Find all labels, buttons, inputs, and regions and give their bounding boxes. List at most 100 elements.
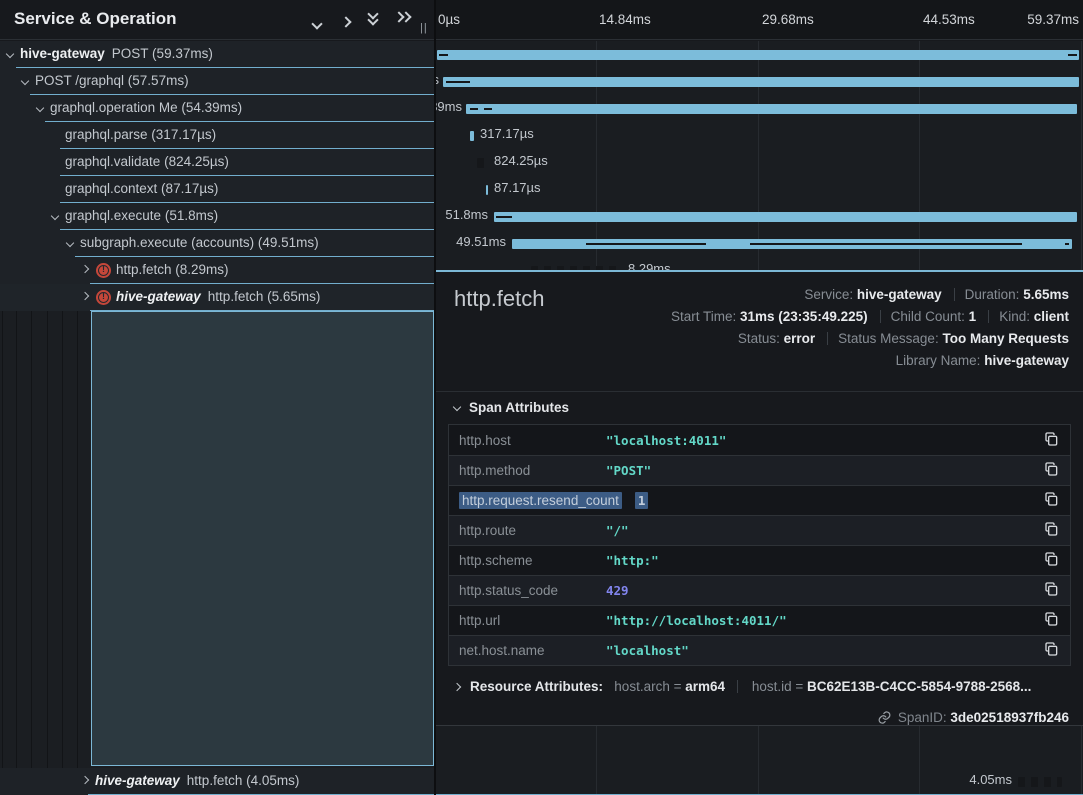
attribute-key: net.host.name [459,643,606,658]
span-bar-graphql[interactable] [443,77,1079,87]
attribute-value: "localhost:4011" [606,433,1042,448]
ruler-tick: 29.68ms [762,12,814,27]
meta-library-name: hive-gateway [984,353,1069,368]
resource-attributes-toggle[interactable]: Resource Attributes: host.arch = arm64 h… [454,679,1031,694]
span-name: subgraph.execute (accounts) (49.51ms) [80,235,319,250]
span-name: graphql.parse (317.17µs) [65,127,216,142]
pane-resize-handle[interactable]: || [420,22,428,34]
resource-value: BC62E13B-C4CC-5854-9788-2568... [807,679,1031,694]
copy-icon[interactable] [1042,581,1062,601]
tree-row-execute[interactable]: graphql.execute (51.8ms) [0,203,434,230]
span-name: graphql.operation Me (54.39ms) [50,100,242,115]
ruler-tick: 0µs [438,12,460,27]
attribute-key: http.route [459,523,606,538]
ruler-tick: 44.53ms [923,12,975,27]
expand-all-icon[interactable] [395,13,413,27]
span-bar-validate[interactable] [477,158,487,168]
bar-duration-label: 54.39ms [436,99,462,114]
span-detail-panel: http.fetch Service: hive-gatewayDuration… [436,270,1083,726]
resource-key: host.arch [614,679,670,694]
span-name: graphql.execute (51.8ms) [65,208,218,223]
span-bar-post[interactable] [437,50,1079,60]
service-name: hive-gateway [95,773,180,788]
tree-row-operation-me[interactable]: graphql.operation Me (54.39ms) [0,95,434,122]
tree-row-post[interactable]: hive-gateway POST (59.37ms) [0,41,434,68]
attribute-row: net.host.name "localhost" [449,635,1070,665]
span-bar-http-fetch-4ms[interactable] [1018,777,1062,787]
span-bar-operation-me[interactable] [466,104,1077,114]
copy-icon[interactable] [1042,551,1062,571]
tree-row-http-fetch-8ms[interactable]: http.fetch (8.29ms) [0,257,434,284]
attribute-key: http.method [459,463,606,478]
span-name: http.fetch (8.29ms) [116,262,229,277]
detail-title: http.fetch [454,286,545,312]
span-name: graphql.context (87.17µs) [65,181,218,196]
tree-row-parse[interactable]: graphql.parse (317.17µs) [0,122,434,149]
span-name: http.fetch (4.05ms) [187,773,300,788]
attribute-value: "http://localhost:4011/" [606,613,1042,628]
span-bar-subgraph-execute[interactable] [512,239,1072,249]
tree-header: Service & Operation || [0,0,434,40]
attribute-key: http.host [459,433,606,448]
error-icon [96,290,111,305]
span-attributes-toggle[interactable]: Span Attributes [454,400,569,415]
copy-icon[interactable] [1042,430,1062,450]
section-divider [436,391,1083,392]
attribute-value: 1 [635,492,649,509]
attribute-key: http.scheme [459,553,606,568]
meta-duration: 5.65ms [1023,287,1069,302]
service-name: hive-gateway [20,46,105,61]
span-id: SpanID: 3de02518937fb246 [877,710,1069,725]
span-name: POST (59.37ms) [112,46,213,61]
attribute-value: 429 [606,583,1042,598]
tree-row-validate[interactable]: graphql.validate (824.25µs) [0,149,434,176]
attribute-value: "POST" [606,463,1042,478]
span-attributes-table: http.host "localhost:4011" http.method "… [448,424,1071,666]
error-icon [96,263,111,278]
meta-status: error [784,331,816,346]
attribute-value: "localhost" [606,643,1042,658]
attribute-row: http.host "localhost:4011" [449,425,1070,455]
span-bar-context[interactable] [486,185,488,195]
tree-row-context[interactable]: graphql.context (87.17µs) [0,176,434,203]
copy-icon[interactable] [1042,641,1062,661]
meta-child-count: 1 [969,309,977,324]
collapse-one-icon[interactable] [313,15,331,29]
bar-duration-label: 317.17µs [480,126,534,141]
resource-value: arm64 [685,679,725,694]
span-name: graphql.validate (824.25µs) [65,154,229,169]
attribute-key: http.url [459,613,606,628]
copy-icon[interactable] [1042,491,1062,511]
attribute-row: http.scheme "http:" [449,545,1070,575]
attribute-row-selected: http.request.resend_count 1 [449,485,1070,515]
link-icon[interactable] [877,710,892,725]
copy-icon[interactable] [1042,611,1062,631]
bar-duration-label: 57.57ms [436,72,439,87]
tree-row-http-fetch-4ms[interactable]: hive-gateway http.fetch (4.05ms) [0,768,434,795]
ruler-tick: 59.37ms [1027,12,1079,27]
attribute-value: "http:" [606,553,1042,568]
collapse-all-icon[interactable] [369,10,387,24]
span-id-value: 3de02518937fb246 [950,710,1069,725]
meta-status-message: Too Many Requests [942,331,1069,346]
selected-span-expansion-area [91,311,434,766]
tree-row-graphql[interactable]: POST /graphql (57.57ms) [0,68,434,95]
tree-row-subgraph-execute[interactable]: subgraph.execute (accounts) (49.51ms) [0,230,434,257]
span-tree: hive-gateway POST (59.37ms) POST /graphql… [0,41,434,795]
expand-one-icon[interactable] [342,13,360,27]
bar-duration-label: 49.51ms [436,234,506,249]
tree-row-http-fetch-5ms-selected[interactable]: hive-gatewayhttp.fetch (5.65ms) [0,284,434,311]
span-bar-parse[interactable] [470,131,474,141]
chevron-right-icon [453,683,461,691]
attribute-value: "/" [606,523,1042,538]
span-bar-execute[interactable] [494,212,1077,222]
attribute-row: http.status_code 429 [449,575,1070,605]
attribute-key: http.status_code [459,583,606,598]
bar-duration-label: 87.17µs [494,180,541,195]
meta-start-time: 31ms (23:35:49.225) [740,309,868,324]
chevron-down-icon [453,403,461,411]
attribute-key: http.request.resend_count [459,492,622,509]
copy-icon[interactable] [1042,461,1062,481]
tree-header-title: Service & Operation [14,9,177,29]
copy-icon[interactable] [1042,521,1062,541]
